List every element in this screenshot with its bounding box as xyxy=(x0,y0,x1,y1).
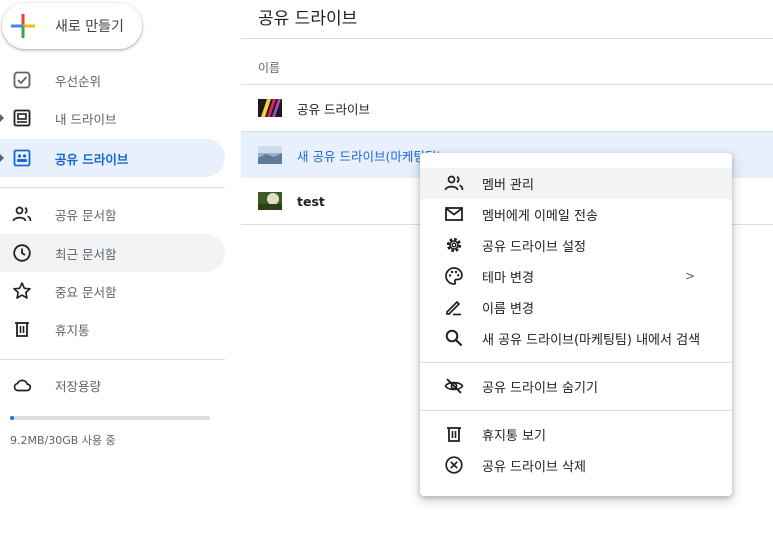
menu-item-label: 새 공유 드라이브(마케팅팀) 내에서 검색 xyxy=(482,333,701,348)
page-title: 공유 드라이브 xyxy=(258,9,358,29)
menu-item-label: 이름 변경 xyxy=(482,302,534,317)
sidebar-item-starred[interactable]: 중요 문서함 xyxy=(0,272,225,310)
menu-item-label: 테마 변경 xyxy=(482,271,534,286)
sidebar-item-label: 최근 문서함 xyxy=(55,246,117,262)
gear-icon xyxy=(446,237,462,253)
star-icon xyxy=(13,282,31,299)
menu-divider xyxy=(420,410,732,411)
sidebar-item-storage[interactable]: 저장용량 xyxy=(0,366,225,404)
menu-item-label: 공유 드라이브 숨기기 xyxy=(482,381,598,396)
sidebar-divider xyxy=(0,359,225,360)
expand-arrow-icon[interactable] xyxy=(0,154,4,162)
menu-item-rename[interactable]: 이름 변경 xyxy=(420,292,732,323)
expand-arrow-icon[interactable] xyxy=(0,114,4,122)
header-divider xyxy=(241,38,773,39)
menu-item-search-in-drive[interactable]: 새 공유 드라이브(마케팅팀) 내에서 검색 xyxy=(420,323,732,354)
mail-icon xyxy=(445,207,463,221)
menu-item-email-members[interactable]: 멤버에게 이메일 전송 xyxy=(420,199,732,230)
shared-with-me-icon xyxy=(12,206,32,222)
sidebar-item-label: 공유 드라이브 xyxy=(55,151,129,167)
sidebar-item-label: 중요 문서함 xyxy=(55,284,117,300)
new-button-label: 새로 만들기 xyxy=(55,19,124,35)
sidebar-item-recent[interactable]: 최근 문서함 xyxy=(0,234,225,272)
sidebar-divider xyxy=(0,187,225,188)
pencil-icon xyxy=(446,301,461,316)
drive-thumbnail xyxy=(258,146,282,164)
drive-thumbnail xyxy=(258,192,282,210)
sidebar-item-priority[interactable]: 우선순위 xyxy=(0,61,225,99)
menu-item-view-trash[interactable]: 휴지통 보기 xyxy=(420,419,732,450)
table-row[interactable]: 공유 드라이브 xyxy=(241,85,773,131)
menu-item-drive-settings[interactable]: 공유 드라이브 설정 xyxy=(420,230,732,261)
trash-icon xyxy=(447,427,461,442)
cloud-icon xyxy=(13,379,32,392)
submenu-chevron-icon: > xyxy=(685,269,696,283)
menu-item-label: 멤버 관리 xyxy=(482,178,534,193)
menu-item-hide-drive[interactable]: 공유 드라이브 숨기기 xyxy=(420,371,732,402)
sidebar-item-my-drive[interactable]: 내 드라이브 xyxy=(0,99,225,137)
people-icon xyxy=(444,175,464,191)
drive-name: 공유 드라이브 xyxy=(297,101,370,117)
drive-thumbnail xyxy=(258,99,282,117)
recent-clock-icon xyxy=(13,244,31,262)
shared-drives-icon xyxy=(13,149,31,167)
sidebar-item-shared-with-me[interactable]: 공유 문서함 xyxy=(0,195,225,233)
storage-progress-fill xyxy=(10,416,14,420)
storage-usage-text: 9.2MB/30GB 사용 중 xyxy=(10,434,116,447)
column-header-name[interactable]: 이름 xyxy=(258,59,280,76)
menu-item-manage-members[interactable]: 멤버 관리 xyxy=(420,168,732,199)
menu-item-delete-drive[interactable]: 공유 드라이브 삭제 xyxy=(420,450,732,481)
plus-icon xyxy=(11,14,35,38)
new-button[interactable]: 새로 만들기 xyxy=(2,3,142,49)
search-icon xyxy=(445,329,463,347)
sidebar-item-shared-drives[interactable]: 공유 드라이브 xyxy=(0,139,225,177)
menu-item-label: 멤버에게 이메일 전송 xyxy=(482,209,598,224)
drive-name: test xyxy=(297,193,325,209)
context-menu: 멤버 관리 멤버에게 이메일 전송 공유 드라이브 설정 테마 변경 > 이름 … xyxy=(420,153,732,496)
menu-item-label: 공유 드라이브 삭제 xyxy=(482,460,586,475)
my-drive-icon xyxy=(13,109,31,127)
sidebar-item-label: 저장용량 xyxy=(55,378,102,394)
sidebar-item-label: 휴지통 xyxy=(55,322,90,338)
sidebar-item-label: 내 드라이브 xyxy=(55,111,117,127)
sidebar-item-trash[interactable]: 휴지통 xyxy=(0,310,225,348)
menu-item-change-theme[interactable]: 테마 변경 > xyxy=(420,261,732,292)
menu-item-label: 휴지통 보기 xyxy=(482,429,546,444)
delete-circle-icon xyxy=(445,456,463,474)
menu-item-label: 공유 드라이브 설정 xyxy=(482,240,586,255)
trash-icon xyxy=(15,322,29,337)
priority-check-icon xyxy=(13,71,31,89)
eye-off-icon xyxy=(444,378,464,394)
storage-progress-bar xyxy=(10,416,210,420)
palette-icon xyxy=(445,267,463,285)
sidebar-item-label: 우선순위 xyxy=(55,73,102,89)
menu-divider xyxy=(420,362,732,363)
sidebar-item-label: 공유 문서함 xyxy=(55,207,117,223)
